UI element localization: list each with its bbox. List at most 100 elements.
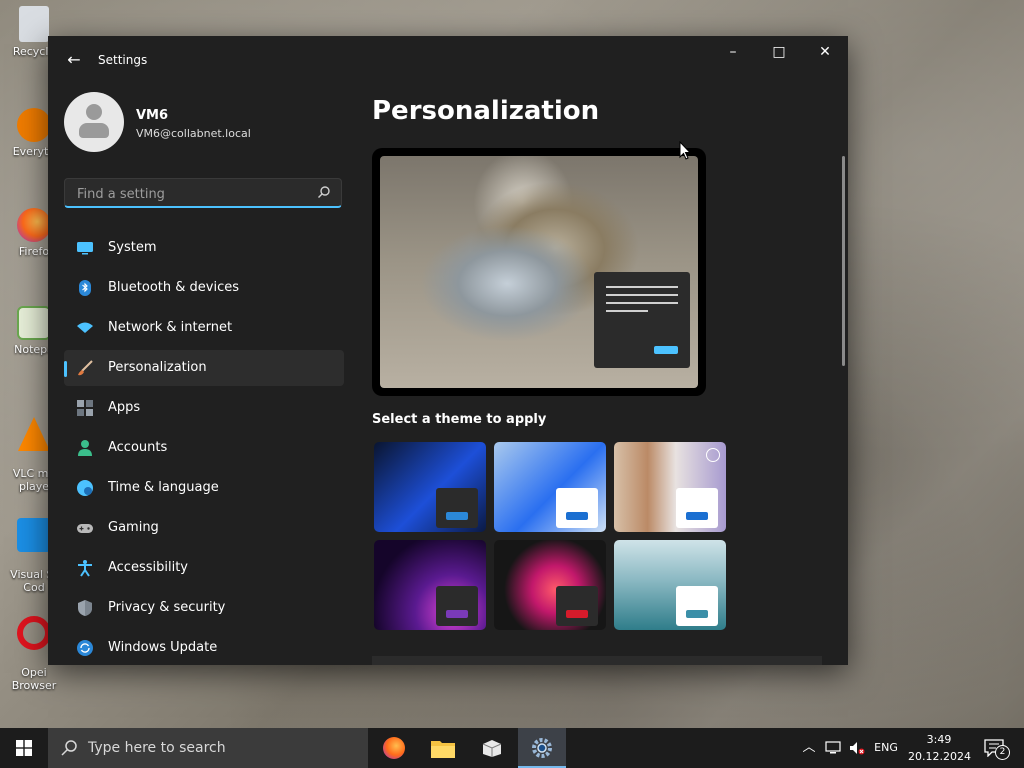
taskbar-search-placeholder: Type here to search: [88, 740, 226, 756]
language-indicator[interactable]: ENG: [870, 728, 902, 768]
search-icon[interactable]: [317, 185, 331, 199]
brush-icon: [78, 360, 93, 376]
vscode-icon: [17, 518, 51, 552]
bluetooth-icon: [79, 280, 91, 296]
sidebar-item-label: Personalization: [108, 360, 207, 375]
windows-logo-icon: [16, 740, 32, 756]
user-name: VM6: [136, 108, 169, 123]
theme-accent-bar: [686, 512, 708, 520]
sidebar-item-personalization[interactable]: Personalization: [64, 350, 344, 386]
theme-accent-bar: [566, 512, 588, 520]
sidebar-item-label: Bluetooth & devices: [108, 280, 239, 295]
settings-window: ← Settings – □ ✕ VM6 VM6@collabnet.local…: [48, 36, 848, 665]
notification-count-badge: 2: [995, 745, 1010, 760]
update-icon: [77, 640, 93, 656]
recycle-bin-icon: [19, 6, 49, 42]
accessibility-icon: [78, 560, 92, 577]
taskbar-file-explorer[interactable]: [419, 728, 467, 768]
close-icon: ✕: [819, 44, 831, 60]
theme-mini-window: [556, 488, 598, 528]
sidebar-item-label: Time & language: [108, 480, 219, 495]
package-icon: [482, 740, 502, 757]
back-button[interactable]: ←: [64, 50, 84, 70]
settings-search-box[interactable]: [64, 178, 342, 208]
sidebar-item-time-language[interactable]: Time & language: [64, 470, 344, 506]
title-bar[interactable]: ← Settings – □ ✕: [48, 36, 848, 84]
themes-heading: Select a theme to apply: [372, 412, 547, 427]
firefox-icon: [383, 737, 405, 759]
sidebar-item-bluetooth-devices[interactable]: Bluetooth & devices: [64, 270, 344, 306]
minimize-icon: –: [729, 44, 737, 60]
taskbar-app-installer[interactable]: [468, 728, 516, 768]
preview-window-card: [594, 272, 690, 368]
sidebar-item-label: Gaming: [108, 520, 159, 535]
theme-tile-flow[interactable]: [614, 540, 726, 630]
theme-accent-bar: [686, 610, 708, 618]
desktop-icon-label: Opei Browser: [11, 666, 57, 692]
preview-line: [606, 302, 678, 304]
user-profile[interactable]: VM6 VM6@collabnet.local: [64, 92, 364, 154]
firefox-icon: [17, 208, 51, 242]
sidebar-item-apps[interactable]: Apps: [64, 390, 344, 426]
theme-tile-captured-motion[interactable]: [494, 540, 606, 630]
next-section-card: [372, 656, 822, 665]
network-icon: [825, 741, 841, 754]
folder-icon: [431, 741, 455, 758]
theme-preview: [372, 148, 706, 396]
sidebar-item-accessibility[interactable]: Accessibility: [64, 550, 344, 586]
theme-accent-bar: [446, 512, 468, 520]
taskbar: Type here to search ︿ ENG 3:49 20.12.202…: [0, 728, 1024, 768]
scrollbar-thumb[interactable]: [842, 156, 845, 366]
wifi-icon: [77, 322, 93, 333]
chevron-up-icon: ︿: [802, 740, 816, 755]
preview-accent-button: [654, 346, 678, 354]
preview-line: [606, 286, 678, 288]
gamepad-icon: [77, 524, 93, 533]
network-tray-button[interactable]: [822, 728, 844, 768]
maximize-button[interactable]: □: [756, 36, 802, 68]
sidebar-item-accounts[interactable]: Accounts: [64, 430, 344, 466]
sidebar-item-gaming[interactable]: Gaming: [64, 510, 344, 546]
vlc-cone-icon: [18, 417, 50, 451]
notification-center-button[interactable]: 2: [978, 728, 1010, 768]
sidebar-item-privacy-security[interactable]: Privacy & security: [64, 590, 344, 626]
sidebar-item-label: Apps: [108, 400, 141, 415]
search-icon: [61, 740, 77, 756]
user-email: VM6@collabnet.local: [136, 127, 251, 140]
volume-tray-button[interactable]: [846, 728, 868, 768]
theme-mini-window: [436, 488, 478, 528]
taskbar-clock[interactable]: 3:49 20.12.2024: [908, 731, 971, 765]
show-hidden-icons-button[interactable]: ︿: [800, 728, 818, 768]
theme-tile-windows-dark[interactable]: [374, 442, 486, 532]
search-input[interactable]: [75, 183, 309, 205]
preview-line: [606, 294, 678, 296]
apps-icon: [77, 400, 93, 416]
sidebar-nav: System Bluetooth & devices Network & int…: [64, 230, 344, 665]
taskbar-search-box[interactable]: Type here to search: [48, 728, 368, 768]
maximize-icon: □: [772, 44, 786, 60]
close-button[interactable]: ✕: [802, 36, 848, 68]
theme-accent-bar: [446, 610, 468, 618]
theme-tile-windows-light[interactable]: [494, 442, 606, 532]
sidebar-item-windows-update[interactable]: Windows Update: [64, 630, 344, 665]
sidebar-item-label: Accessibility: [108, 560, 188, 575]
sidebar-item-label: System: [108, 240, 157, 255]
taskbar-firefox[interactable]: [370, 728, 418, 768]
spotlight-badge-icon: [706, 448, 720, 462]
language-label: ENG: [874, 741, 898, 754]
theme-tile-spotlight[interactable]: [614, 442, 726, 532]
globe-clock-icon: [77, 480, 93, 496]
taskbar-settings[interactable]: [518, 728, 566, 768]
window-title: Settings: [98, 53, 148, 67]
notepad-icon: [17, 306, 51, 340]
start-button[interactable]: [0, 728, 48, 768]
sidebar-item-network-internet[interactable]: Network & internet: [64, 310, 344, 346]
theme-accent-bar: [566, 610, 588, 618]
preview-line: [606, 310, 648, 312]
clock-time: 3:49: [926, 733, 952, 746]
person-icon: [78, 440, 92, 456]
theme-tile-glow[interactable]: [374, 540, 486, 630]
back-arrow-icon: ←: [67, 50, 81, 69]
sidebar-item-system[interactable]: System: [64, 230, 344, 266]
minimize-button[interactable]: –: [710, 36, 756, 68]
